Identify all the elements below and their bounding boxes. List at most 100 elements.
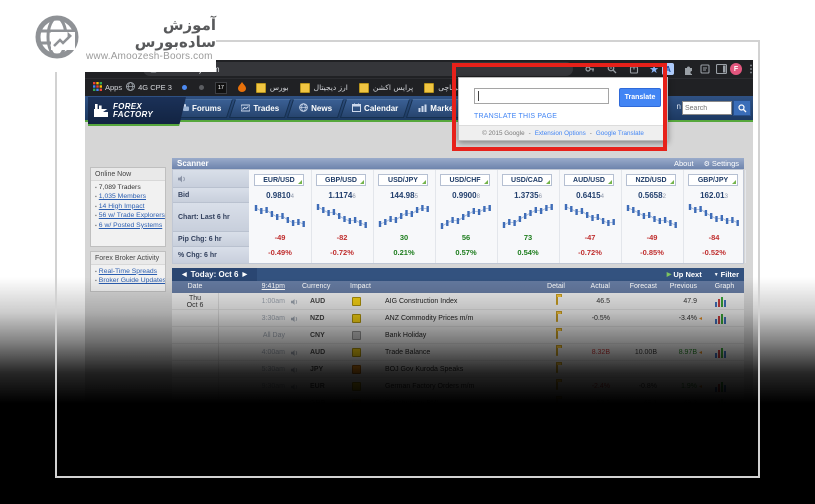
about-link[interactable]: About [674,159,694,168]
col-time[interactable]: 9:41pm [235,283,285,290]
pair-header[interactable]: USD/JPY [378,174,428,186]
event-title[interactable]: AIG Construction Index [385,298,457,305]
side-panel-icon[interactable] [714,62,728,76]
notes-icon[interactable] [698,62,712,76]
sidebar-item-label[interactable]: Broker Guide Updates [99,277,165,284]
search-input[interactable] [682,101,732,115]
up-next-link[interactable]: Up Next [673,270,701,279]
sidebar-item-label[interactable]: Real-Time Spreads [99,268,157,275]
bookmark-item[interactable]: پرایس اکشن [359,83,413,93]
event-title[interactable]: BOJ Gov Kuroda Speaks [385,366,463,373]
filter-link[interactable]: Filter [721,270,739,279]
menu-dots-icon[interactable]: ⋮ [744,62,753,76]
speaker-icon[interactable] [291,366,299,376]
translate-input[interactable] [474,88,609,104]
network-bookmark-label[interactable]: 4G CPE 3 [138,83,172,92]
calendar-row[interactable]: 3:30amNZDANZ Commodity Prices m/m-0.5%-3… [172,310,744,327]
detail-folder-icon[interactable] [556,382,558,389]
tab-calendar[interactable]: Calendar [343,99,407,118]
apps-label[interactable]: Apps [105,83,122,92]
sidebar-item-label[interactable]: 56 w/ Trade Explorers [99,212,165,219]
dot-icon[interactable] [199,85,204,90]
translate-button[interactable]: Translate [619,88,661,107]
detail-folder-icon[interactable] [556,365,558,372]
share-icon[interactable] [627,62,641,76]
tab-market[interactable]: Market [409,99,465,118]
pair-header[interactable]: AUD/USD [564,174,614,186]
sidebar-item[interactable]: ▪56 w/ Trade Explorers [91,210,165,220]
pair-header[interactable]: GBP/JPY [688,174,738,186]
flame-icon[interactable] [238,82,246,94]
extensions-puzzle-icon[interactable] [681,62,695,76]
forexfactory-logo[interactable]: FOREXFACTORY [88,97,186,126]
event-title[interactable]: Construction PMI [385,400,439,407]
graph-icon[interactable] [715,398,726,411]
translate-icon[interactable]: A [661,62,675,76]
detail-folder-icon[interactable] [556,314,558,321]
impact-badge[interactable] [352,365,361,374]
calendar-row[interactable]: 5:30amJPYBOJ Gov Kuroda Speaks [172,361,744,378]
pair-header[interactable]: GBP/USD [316,174,366,186]
impact-badge[interactable] [352,297,361,306]
detail-folder-icon[interactable] [556,297,558,304]
speaker-icon[interactable] [291,400,299,410]
star-icon[interactable]: ★ [647,62,661,76]
graph-icon[interactable] [715,296,726,309]
chevron-right-icon[interactable]: ▶ [242,271,247,278]
calendar-row[interactable]: 12:00pmGBPConstruction PMI52.348.149.2 [172,395,744,412]
pair-header[interactable]: EUR/USD [254,174,304,186]
avatar[interactable]: F [729,62,743,76]
tile-17-icon[interactable]: 17 [215,82,227,94]
impact-badge[interactable] [352,331,361,340]
sidebar-item[interactable]: ▪1,035 Members [91,191,165,201]
calendar-today[interactable]: ◀ Today: Oct 6 ▶ [172,268,257,281]
graph-icon[interactable] [715,381,726,394]
impact-badge[interactable] [352,348,361,357]
detail-folder-icon[interactable] [556,331,558,338]
detail-folder-icon[interactable] [556,348,558,355]
bookmark-item[interactable]: ارز دیجیتال [300,83,348,93]
calendar-row[interactable]: 9:30amEURGerman Factory Orders m/m-2.4%-… [172,378,744,395]
speaker-icon[interactable] [291,315,299,325]
bookmark-item[interactable]: بورس [256,83,289,93]
pair-header[interactable]: USD/CAD [502,174,552,186]
detail-folder-icon[interactable] [556,399,558,406]
speaker-icon[interactable] [291,298,299,308]
key-icon[interactable] [583,62,597,76]
graph-icon[interactable] [715,313,726,326]
zoom-icon[interactable] [605,62,619,76]
graph-icon[interactable] [715,347,726,360]
calendar-row[interactable]: ThuOct 61:00amAUDAIG Construction Index4… [172,293,744,310]
sidebar-item[interactable]: ▪6 w/ Posted Systems [91,219,165,229]
impact-badge[interactable] [352,314,361,323]
extension-options-link[interactable]: Extension Options [535,130,586,137]
event-title[interactable]: German Factory Orders m/m [385,383,474,390]
pair-header[interactable]: NZD/USD [626,174,676,186]
event-title[interactable]: Bank Holiday [385,332,426,339]
event-title[interactable]: ANZ Commodity Prices m/m [385,315,473,322]
event-title[interactable]: Trade Balance [385,349,430,356]
sidebar-item-label[interactable]: 1,035 Members [99,193,146,200]
chevron-left-icon[interactable]: ◀ [182,271,187,278]
pin-icon[interactable] [182,85,187,90]
sidebar-item[interactable]: ▪Real-Time Spreads [91,265,165,275]
search-button[interactable] [733,100,751,116]
speaker-icon[interactable] [291,383,299,393]
translate-this-page-link[interactable]: TRANSLATE THIS PAGE [474,113,557,120]
sidebar-item-label[interactable]: 6 w/ Posted Systems [99,222,162,229]
calendar-row[interactable]: 4:00amAUDTrade Balance8.32B10.00B8.97B◂ [172,344,744,361]
pair-header[interactable]: USD/CHF [440,174,490,186]
tab-trades[interactable]: Trades [232,99,288,118]
tab-news[interactable]: News [290,99,341,118]
speaker-icon[interactable] [173,170,249,188]
impact-badge[interactable] [352,399,361,408]
sidebar-item[interactable]: ▪14 High Impact [91,200,165,210]
apps-grid-icon[interactable] [93,82,102,93]
calendar-row[interactable]: All DayCNYBank Holiday [172,327,744,344]
google-translate-link[interactable]: Google Translate [596,130,644,137]
speaker-icon[interactable] [291,349,299,359]
settings-link[interactable]: Settings [712,159,739,168]
calendar-row[interactable]: GBPHousing Equity Withdrawal q/q-5.1B-8.… [172,412,744,415]
impact-badge[interactable] [352,382,361,391]
sidebar-item[interactable]: ▪Broker Guide Updates [91,275,165,285]
